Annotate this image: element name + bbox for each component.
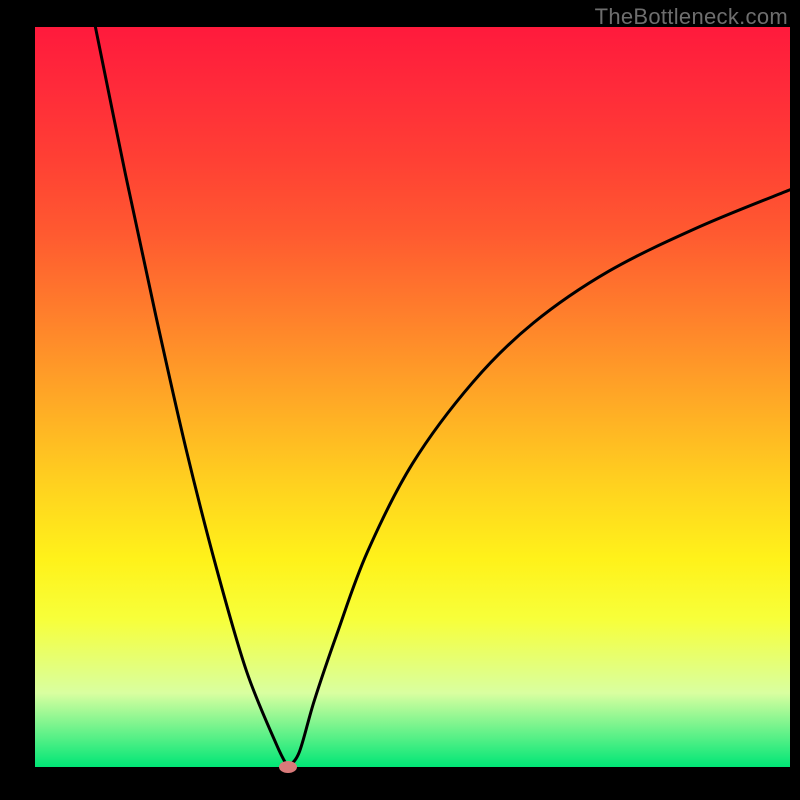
plot-area [35, 27, 790, 767]
chart-frame: TheBottleneck.com [0, 0, 800, 800]
minimum-marker [279, 761, 297, 773]
curve-path [95, 27, 790, 767]
attribution-text: TheBottleneck.com [595, 4, 788, 30]
bottleneck-curve [35, 27, 790, 767]
